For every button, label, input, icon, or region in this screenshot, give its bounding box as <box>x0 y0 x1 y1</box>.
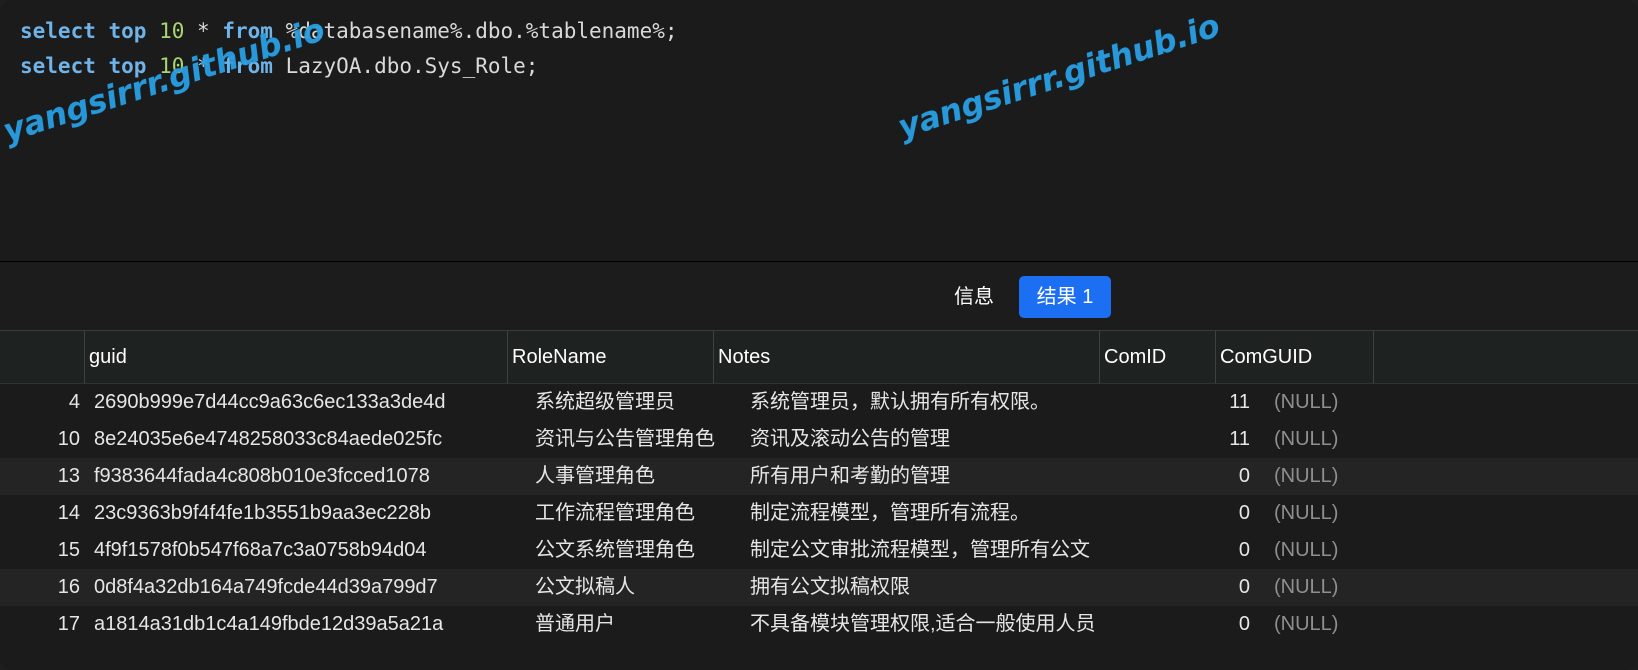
row-index: 17 <box>57 613 80 635</box>
row-index: 15 <box>57 539 80 561</box>
result-tabs: 信息 结果 1 <box>0 262 1638 331</box>
number-literal: 10 <box>159 19 185 43</box>
table-row[interactable]: 10 8e24035e6e4748258033c84aede025fc 资讯与公… <box>0 421 1638 458</box>
table-row[interactable]: 16 0d8f4a32db164a749fcde44d39a799d7 公文拟稿… <box>0 569 1638 606</box>
cell-comid[interactable]: 0 <box>1150 458 1250 495</box>
cell-notes[interactable]: 拥有公文拟稿权限 <box>750 569 1140 606</box>
number-literal: 10 <box>159 54 185 78</box>
code-text: * <box>184 19 223 43</box>
cell-comid[interactable]: 0 <box>1150 606 1250 643</box>
cell-comguid[interactable]: (NULL) <box>1274 569 1394 606</box>
cell-notes[interactable]: 资讯及滚动公告的管理 <box>750 421 1140 458</box>
column-header-guid[interactable]: guid <box>84 331 507 383</box>
cell-guid[interactable]: 0d8f4a32db164a749fcde44d39a799d7 <box>94 569 524 606</box>
cell-comid[interactable]: 11 <box>1150 384 1250 421</box>
cell-rolename[interactable]: 资讯与公告管理角色 <box>535 421 745 458</box>
keyword-top: top <box>108 54 147 78</box>
keyword-top: top <box>108 19 147 43</box>
cell-comid[interactable]: 0 <box>1150 532 1250 569</box>
cell-comguid[interactable]: (NULL) <box>1274 421 1394 458</box>
row-index: 10 <box>57 428 80 450</box>
row-index: 16 <box>57 576 80 598</box>
table-row[interactable]: 15 4f9f1578f0b547f68a7c3a0758b94d04 公文系统… <box>0 532 1638 569</box>
cell-rolename[interactable]: 公文系统管理角色 <box>535 532 745 569</box>
watermark: yangsirrr.github.io <box>893 6 1225 146</box>
column-header-notes[interactable]: Notes <box>713 331 1099 383</box>
table-row[interactable]: 14 23c9363b9f4f4fe1b3551b9aa3ec228b 工作流程… <box>0 495 1638 532</box>
cell-rolename[interactable]: 普通用户 <box>535 606 745 643</box>
column-header-comguid[interactable]: ComGUID <box>1215 331 1374 383</box>
cell-comguid[interactable]: (NULL) <box>1274 458 1394 495</box>
cell-guid[interactable]: 4f9f1578f0b547f68a7c3a0758b94d04 <box>94 532 524 569</box>
column-header-comid[interactable]: ComID <box>1099 331 1215 383</box>
sql-line-2[interactable]: select top 10 * from LazyOA.dbo.Sys_Role… <box>20 51 538 81</box>
row-index: 13 <box>57 465 80 487</box>
cell-comguid[interactable]: (NULL) <box>1274 606 1394 643</box>
cell-notes[interactable]: 制定公文审批流程模型，管理所有公文 <box>750 532 1140 569</box>
cell-guid[interactable]: 8e24035e6e4748258033c84aede025fc <box>94 421 524 458</box>
cell-notes[interactable]: 所有用户和考勤的管理 <box>750 458 1140 495</box>
cell-guid[interactable]: a1814a31db1c4a149fbde12d39a5a21a <box>94 606 524 643</box>
table-row[interactable]: 17 a1814a31db1c4a149fbde12d39a5a21a 普通用户… <box>0 606 1638 643</box>
cell-comguid[interactable]: (NULL) <box>1274 532 1394 569</box>
table-row[interactable]: 13 f9383644fada4c808b010e3fcced1078 人事管理… <box>0 458 1638 495</box>
cell-comguid[interactable]: (NULL) <box>1274 384 1394 421</box>
cell-guid[interactable]: 2690b999e7d44cc9a63c6ec133a3de4d <box>94 384 524 421</box>
tab-info[interactable]: 信息 <box>944 276 1004 318</box>
cell-rolename[interactable]: 人事管理角色 <box>535 458 745 495</box>
cell-notes[interactable]: 制定流程模型，管理所有流程。 <box>750 495 1140 532</box>
cell-notes[interactable]: 系统管理员，默认拥有所有权限。 <box>750 384 1140 421</box>
cell-guid[interactable]: 23c9363b9f4f4fe1b3551b9aa3ec228b <box>94 495 524 532</box>
keyword-from: from <box>222 54 273 78</box>
cell-guid[interactable]: f9383644fada4c808b010e3fcced1078 <box>94 458 524 495</box>
cell-rolename[interactable]: 系统超级管理员 <box>535 384 745 421</box>
code-text: * <box>184 54 223 78</box>
table-row[interactable]: 4 2690b999e7d44cc9a63c6ec133a3de4d 系统超级管… <box>0 384 1638 421</box>
cell-comid[interactable]: 11 <box>1150 421 1250 458</box>
cell-rolename[interactable]: 公文拟稿人 <box>535 569 745 606</box>
cell-comguid[interactable]: (NULL) <box>1274 495 1394 532</box>
cell-notes[interactable]: 不具备模块管理权限,适合一般使用人员 <box>750 606 1140 643</box>
sql-line-1[interactable]: select top 10 * from %databasename%.dbo.… <box>20 16 678 46</box>
code-text: %databasename%.dbo.%tablename%; <box>272 19 678 43</box>
row-index: 4 <box>68 391 80 413</box>
cell-comid[interactable]: 0 <box>1150 569 1250 606</box>
column-header-rolename[interactable]: RoleName <box>507 331 714 383</box>
row-index: 14 <box>57 502 80 524</box>
grid-header: guid RoleName Notes ComID ComGUID <box>0 331 1638 384</box>
cell-comid[interactable]: 0 <box>1150 495 1250 532</box>
tab-result-1[interactable]: 结果 1 <box>1019 276 1111 318</box>
code-text: LazyOA.dbo.Sys_Role; <box>272 54 539 78</box>
result-grid: guid RoleName Notes ComID ComGUID 4 2690… <box>0 331 1638 670</box>
keyword-from: from <box>222 19 273 43</box>
cell-rolename[interactable]: 工作流程管理角色 <box>535 495 745 532</box>
keyword-select: select <box>20 19 96 43</box>
keyword-select: select <box>20 54 96 78</box>
query-window: select top 10 * from %databasename%.dbo.… <box>0 0 1638 670</box>
sql-editor[interactable]: select top 10 * from %databasename%.dbo.… <box>0 0 1638 262</box>
